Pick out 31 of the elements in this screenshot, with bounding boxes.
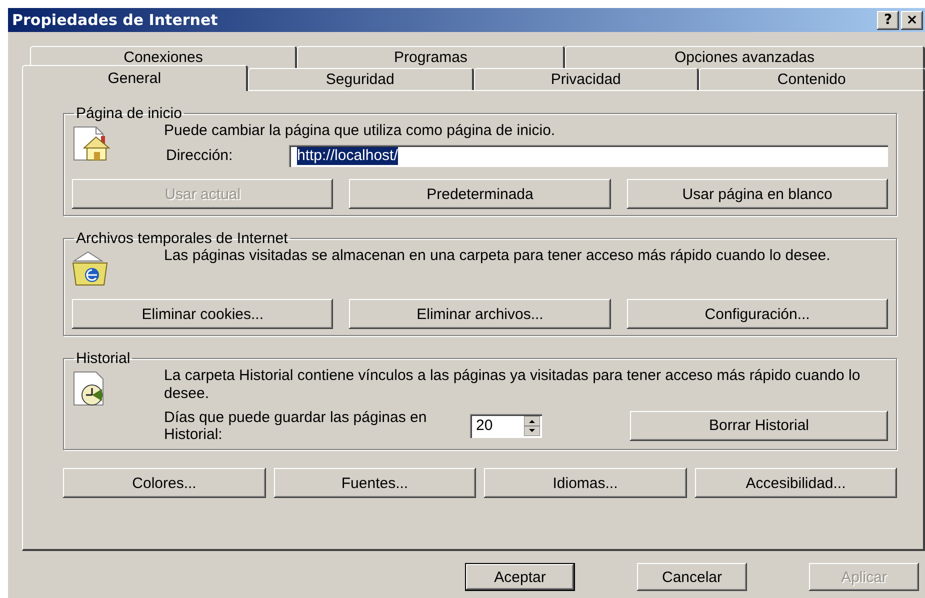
settings-button[interactable]: Idiomas...: [484, 468, 686, 498]
help-button[interactable]: ?: [877, 10, 899, 30]
temp-files-button[interactable]: Eliminar cookies...: [72, 299, 334, 329]
description-text: La carpeta Historial contiene vínculos a las páginas ya visitadas para tener acceso más rápido cuando lo desee.: [164, 367, 862, 403]
clear-history-button[interactable]: Borrar Historial: [630, 411, 888, 441]
group-title: Archivos temporales de Internet: [75, 230, 289, 247]
home-page-button[interactable]: Predeterminada: [349, 179, 611, 209]
dialog-button[interactable]: Aceptar: [465, 563, 575, 591]
description-text: Las páginas visitadas se almacenan en una carpeta para tener acceso más rápido cuando lo desee.: [164, 247, 832, 265]
group-title: Historial: [75, 350, 132, 367]
temp-files-button[interactable]: Configuración...: [626, 299, 888, 329]
window-title: Propiedades de Internet: [12, 11, 218, 29]
address-field[interactable]: http://localhost/: [289, 145, 888, 167]
tab[interactable]: General: [22, 65, 248, 91]
tab[interactable]: Seguridad: [248, 68, 474, 90]
description-text: Puede cambiar la página que utiliza como página de inicio.: [164, 122, 556, 140]
group-title: Página de inicio: [75, 105, 183, 122]
days-spinner[interactable]: 20: [470, 414, 542, 438]
days-label: Días que puede guardar las páginas en Historial:: [164, 409, 428, 443]
tab[interactable]: Programas: [297, 46, 565, 68]
temp-files-button[interactable]: Eliminar archivos...: [349, 299, 611, 329]
close-button[interactable]: ×: [901, 10, 923, 30]
tab[interactable]: Opciones avanzadas: [564, 46, 925, 68]
tab[interactable]: Privacidad: [474, 68, 700, 90]
tab[interactable]: Contenido: [699, 68, 925, 90]
settings-button[interactable]: Fuentes...: [274, 468, 476, 498]
settings-button[interactable]: Accesibilidad...: [694, 468, 897, 498]
dialog-button[interactable]: Cancelar: [637, 563, 747, 591]
settings-button[interactable]: Colores...: [63, 468, 266, 498]
home-page-button[interactable]: Usar página en blanco: [626, 179, 888, 209]
address-label: Dirección:: [165, 147, 234, 165]
